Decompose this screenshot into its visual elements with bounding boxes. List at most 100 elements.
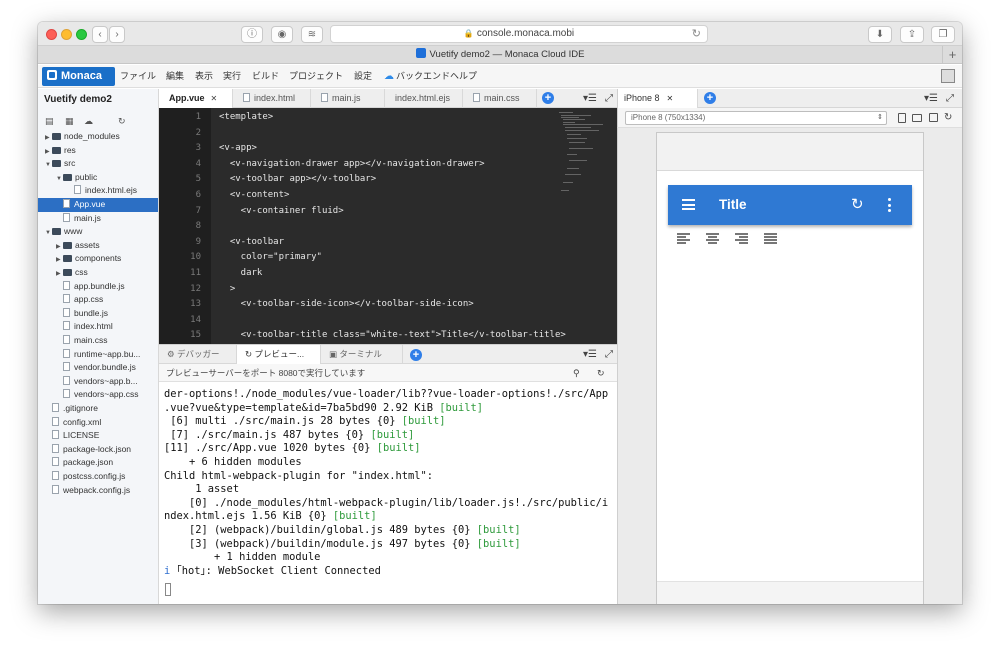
menu-run[interactable]: 実行	[223, 65, 241, 88]
refresh-preview-icon[interactable]: ↻	[944, 108, 952, 128]
network-icon[interactable]: ⚲	[573, 364, 580, 382]
tree-file[interactable]: package-lock.json	[38, 443, 158, 457]
menu-edit[interactable]: 編集	[166, 65, 184, 88]
menu-view[interactable]: 表示	[195, 65, 213, 88]
add-tab-button[interactable]: +	[542, 92, 554, 104]
tree-file[interactable]: main.js	[38, 212, 158, 226]
refresh-tree-icon[interactable]: ↻	[118, 116, 128, 127]
maximize-pane-icon[interactable]: ⤢	[605, 89, 613, 108]
code-line[interactable]: 1 <template>	[159, 110, 559, 126]
tree-file[interactable]: app.bundle.js	[38, 280, 158, 294]
code-line[interactable]: 11 dark	[159, 266, 559, 282]
code-line[interactable]: 10 color="primary"	[159, 250, 559, 266]
layers-icon[interactable]: ≋	[301, 26, 323, 43]
upload-icon[interactable]: ☁	[84, 116, 94, 127]
monaca-logo[interactable]: Monaca	[42, 67, 115, 86]
format-align-center-icon[interactable]	[706, 233, 719, 244]
portrait-icon[interactable]	[898, 113, 906, 123]
menu-backend[interactable]: ☁ バックエンド	[384, 65, 450, 88]
code-line[interactable]: 6 <v-content>	[159, 188, 559, 204]
new-folder-icon[interactable]: ▦	[65, 116, 75, 127]
code-line[interactable]: 14	[159, 313, 559, 329]
menu-help[interactable]: ヘルプ	[450, 65, 477, 88]
tab-preview-log[interactable]: ↻ プレビュー...	[237, 345, 321, 364]
tree-file[interactable]: bundle.js	[38, 307, 158, 321]
tab-terminal[interactable]: ▣ ターミナル	[321, 345, 403, 364]
code-editor[interactable]: 1 <template> 2 3 <v-app> 4 <v-navigation-draw…	[159, 108, 617, 344]
tree-file[interactable]: App.vue	[38, 198, 158, 212]
panel-menu-icon[interactable]: ▾☰	[583, 345, 597, 364]
tabs-overview-icon[interactable]: ❐	[931, 26, 955, 43]
add-preview-tab-button[interactable]: +	[704, 92, 716, 104]
tab-index-html-ejs[interactable]: index.html.ejs	[385, 89, 463, 108]
menu-project[interactable]: プロジェクト	[289, 65, 343, 88]
address-bar[interactable]: 🔒 console.monaca.mobi ↻	[330, 25, 708, 43]
tree-file[interactable]: index.html	[38, 320, 158, 334]
tree-file[interactable]: runtime~app.bu...	[38, 348, 158, 362]
screenshot-icon[interactable]	[929, 113, 938, 122]
code-line[interactable]: 5 <v-toolbar app></v-toolbar>	[159, 172, 559, 188]
tab-app-vue[interactable]: App.vue ✕	[159, 89, 233, 108]
menu-build[interactable]: ビルド	[252, 65, 279, 88]
menu-icon[interactable]	[682, 199, 695, 210]
code-line[interactable]: 12 >	[159, 282, 559, 298]
code-line[interactable]: 7 <v-container fluid>	[159, 204, 559, 220]
tree-file[interactable]: vendors~app.css	[38, 388, 158, 402]
tree-folder[interactable]: ▶ assets	[38, 239, 158, 253]
tree-file[interactable]: webpack.config.js	[38, 484, 158, 498]
code-line[interactable]: 13 <v-toolbar-side-icon></v-toolbar-side…	[159, 297, 559, 313]
tree-folder[interactable]: ▼ public	[38, 171, 158, 185]
tree-file[interactable]: app.css	[38, 293, 158, 307]
browser-tab[interactable]: Vuetify demo2 — Monaca Cloud IDE +	[38, 46, 962, 64]
restart-icon[interactable]: ↻	[597, 364, 605, 382]
close-tab-icon[interactable]: ✕	[211, 94, 218, 103]
format-align-right-icon[interactable]	[735, 233, 748, 244]
code-line[interactable]: 4 <v-navigation-drawer app></v-navigatio…	[159, 157, 559, 173]
tree-file[interactable]: postcss.config.js	[38, 470, 158, 484]
tab-index-html[interactable]: index.html	[233, 89, 311, 108]
tree-folder[interactable]: ▼ src	[38, 157, 158, 171]
tab-main-js[interactable]: main.js	[311, 89, 385, 108]
code-line[interactable]: 2	[159, 126, 559, 142]
menu-file[interactable]: ファイル	[120, 65, 156, 88]
tree-file[interactable]: vendor.bundle.js	[38, 361, 158, 375]
new-file-icon[interactable]: ▤	[45, 116, 55, 127]
tree-file[interactable]: vendors~app.b...	[38, 375, 158, 389]
more-vert-icon[interactable]	[888, 197, 892, 213]
format-align-left-icon[interactable]	[677, 233, 690, 244]
tree-folder[interactable]: ▶ node_modules	[38, 130, 158, 144]
tree-file[interactable]: .gitignore	[38, 402, 158, 416]
maximize-preview-icon[interactable]: ⤢	[946, 89, 954, 108]
info-icon[interactable]: ⓘ	[241, 26, 263, 43]
forward-button[interactable]: ›	[109, 26, 125, 43]
tree-folder[interactable]: ▶ css	[38, 266, 158, 280]
device-select[interactable]: iPhone 8 (750x1334) ⇕	[625, 111, 887, 125]
code-minimap[interactable]	[559, 112, 609, 202]
tab-iphone-8[interactable]: iPhone 8 ✕	[618, 89, 698, 108]
tree-file[interactable]: package.json	[38, 456, 158, 470]
tree-folder[interactable]: ▶ res	[38, 144, 158, 158]
code-line[interactable]: 3 <v-app>	[159, 141, 559, 157]
phone-screen[interactable]: Title ↻	[656, 132, 924, 604]
new-tab-button[interactable]: +	[942, 46, 962, 64]
tree-file[interactable]: LICENSE	[38, 429, 158, 443]
extension-icon[interactable]: ◉	[271, 26, 293, 43]
tree-file[interactable]: index.html.ejs	[38, 184, 158, 198]
format-align-justify-icon[interactable]	[764, 233, 777, 244]
code-line[interactable]: 9 <v-toolbar	[159, 235, 559, 251]
reload-icon[interactable]: ↻	[692, 26, 701, 42]
tab-main-css[interactable]: main.css	[463, 89, 537, 108]
zoom-window-button[interactable]	[76, 29, 87, 40]
menu-settings[interactable]: 設定	[354, 65, 372, 88]
download-icon[interactable]: ⬇	[868, 26, 892, 43]
tree-folder[interactable]: ▼ www	[38, 225, 158, 239]
preview-menu-icon[interactable]: ▾☰	[924, 89, 938, 108]
code-line[interactable]: 8	[159, 219, 559, 235]
tab-debugger[interactable]: ⚙ デバッガー	[159, 345, 237, 364]
refresh-icon[interactable]: ↻	[851, 195, 864, 215]
share-icon[interactable]: ⇪	[900, 26, 924, 43]
close-window-button[interactable]	[46, 29, 57, 40]
terminal-output[interactable]: der-options!./node_modules/vue-loader/li…	[159, 382, 617, 604]
close-tab-icon[interactable]: ✕	[667, 94, 674, 103]
add-panel-tab-button[interactable]: +	[410, 349, 422, 361]
